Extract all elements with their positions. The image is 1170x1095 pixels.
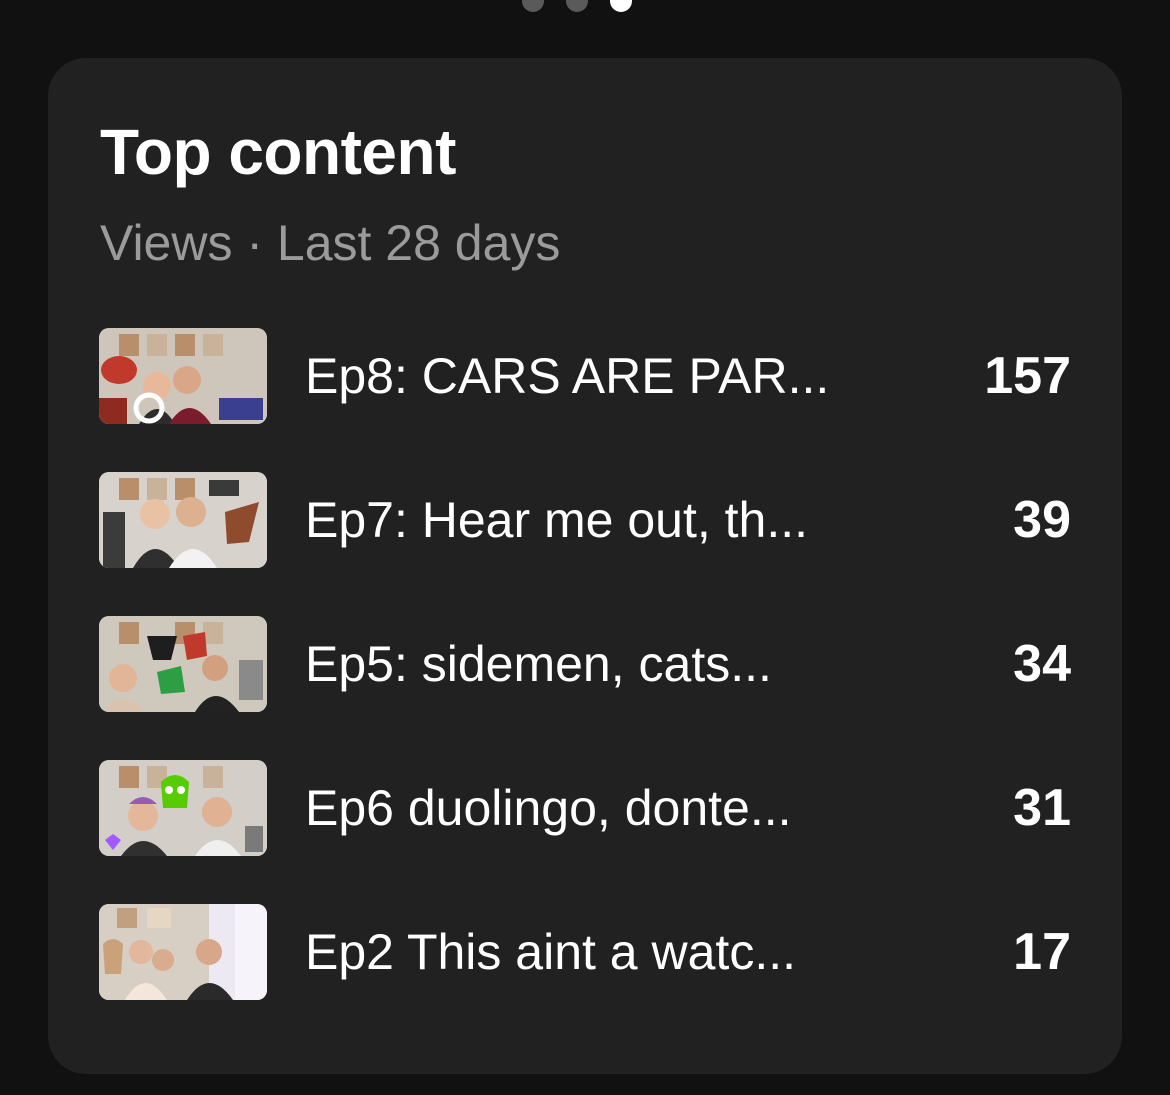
- video-title[interactable]: Ep5: sidemen, cats...: [305, 639, 921, 689]
- content-row[interactable]: Ep5: sidemen, cats... 34: [99, 616, 1071, 712]
- thumbnail-image: [99, 616, 267, 712]
- page-dot-2[interactable]: [566, 0, 588, 12]
- video-title[interactable]: Ep2 This aint a watc...: [305, 927, 921, 977]
- video-title[interactable]: Ep7: Hear me out, th...: [305, 495, 921, 545]
- content-row[interactable]: Ep2 This aint a watc... 17: [99, 904, 1071, 1000]
- thumbnail-image: [99, 760, 267, 856]
- content-row[interactable]: Ep6 duolingo, donte... 31: [99, 760, 1071, 856]
- video-title[interactable]: Ep6 duolingo, donte...: [305, 783, 921, 833]
- page-dot-1[interactable]: [522, 0, 544, 12]
- video-thumbnail[interactable]: [99, 760, 267, 856]
- thumbnail-image: [99, 472, 267, 568]
- card-subtitle: Views · Last 28 days: [100, 215, 561, 271]
- video-thumbnail[interactable]: [99, 472, 267, 568]
- thumbnail-image: [99, 328, 267, 424]
- page-indicator[interactable]: [522, 0, 632, 12]
- video-thumbnail[interactable]: [99, 616, 267, 712]
- card-title: Top content: [100, 116, 456, 188]
- video-thumbnail[interactable]: [99, 904, 267, 1000]
- thumbnail-image: [99, 904, 267, 1000]
- content-row[interactable]: Ep7: Hear me out, th... 39: [99, 472, 1071, 568]
- video-title[interactable]: Ep8: CARS ARE PAR...: [305, 351, 921, 401]
- video-thumbnail[interactable]: [99, 328, 267, 424]
- view-count: 34: [1013, 635, 1071, 693]
- page-dot-3-active[interactable]: [610, 0, 632, 12]
- view-count: 39: [1013, 491, 1071, 549]
- content-row[interactable]: Ep8: CARS ARE PAR... 157: [99, 328, 1071, 424]
- view-count: 31: [1013, 779, 1071, 837]
- view-count: 157: [984, 347, 1071, 405]
- top-content-card: Top content Views · Last 28 days Ep8: CA…: [48, 58, 1122, 1074]
- view-count: 17: [1013, 923, 1071, 981]
